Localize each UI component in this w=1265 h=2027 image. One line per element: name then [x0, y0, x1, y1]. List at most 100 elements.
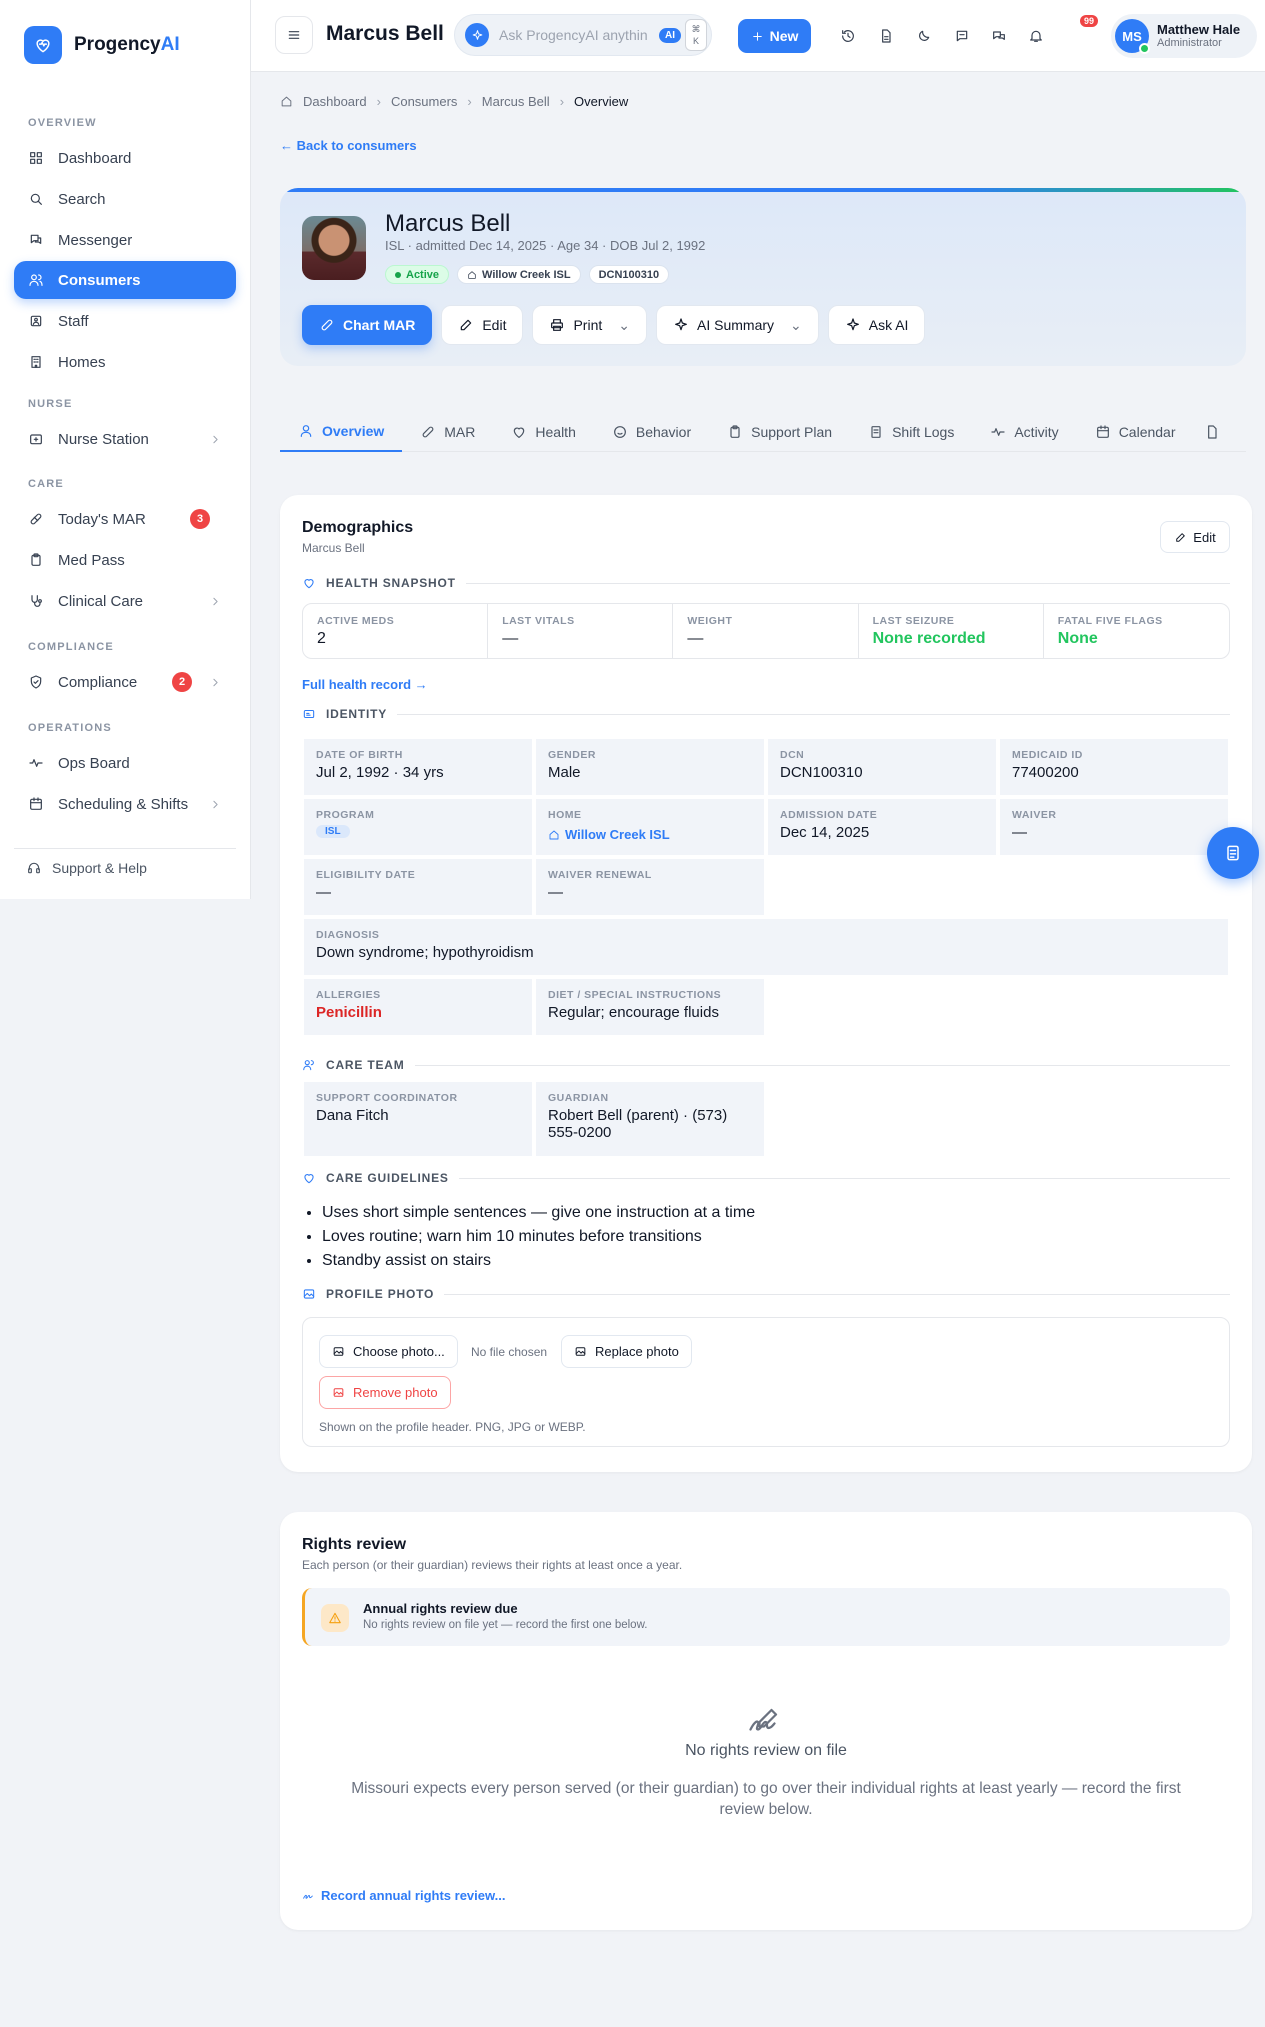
- user-icon: [300, 425, 312, 437]
- ai-summary-button[interactable]: AI Summary ⌄: [656, 305, 819, 345]
- health-snapshot-header: HEALTH SNAPSHOT: [302, 576, 1230, 590]
- tab-shift-logs[interactable]: Shift Logs: [850, 412, 972, 452]
- user-menu[interactable]: MS Matthew Hale Administrator: [1111, 14, 1257, 58]
- tab-behavior[interactable]: Behavior: [594, 412, 709, 452]
- sparkle-icon: [846, 318, 859, 331]
- sidebar-item-label: Homes: [58, 353, 106, 371]
- field-guardian: GUARDIAN Robert Bell (parent) · (573) 555…: [534, 1080, 766, 1158]
- compliance-count-badge: 2: [172, 672, 192, 692]
- pill-icon: [422, 426, 434, 438]
- choose-photo-button[interactable]: Choose photo...: [319, 1335, 458, 1368]
- sidebar-item-label: Ops Board: [58, 754, 130, 772]
- chevron-right-icon: [213, 597, 218, 605]
- sidebar-item-label: Compliance: [58, 673, 138, 691]
- chevron-right-icon: ›: [376, 94, 381, 109]
- tab-health[interactable]: Health: [493, 412, 593, 452]
- profile-photo-header: PROFILE PHOTO: [302, 1287, 1230, 1301]
- sidebar-item-homes[interactable]: Homes: [14, 343, 236, 381]
- theme-toggle-button[interactable]: [907, 19, 941, 53]
- tab-support-plan[interactable]: Support Plan: [709, 412, 850, 452]
- sidebar-item-ops-board[interactable]: Ops Board: [14, 744, 236, 782]
- sidebar-item-nurse-station[interactable]: Nurse Station: [14, 420, 236, 458]
- notification-count-badge: 99: [1080, 15, 1099, 27]
- breadcrumb-consumers[interactable]: Consumers: [391, 94, 457, 109]
- ask-ai-search-input[interactable]: Ask ProgencyAI anythin AI ⌘ K: [454, 14, 712, 56]
- id-card-icon: [303, 709, 315, 719]
- image-icon: [575, 1347, 586, 1356]
- sidebar-item-label: Nurse Station: [58, 430, 149, 448]
- tab-calendar[interactable]: Calendar: [1077, 412, 1194, 452]
- edit-demographics-button[interactable]: Edit: [1160, 521, 1230, 553]
- calendar-icon: [1096, 425, 1109, 438]
- sidebar-item-dashboard[interactable]: Dashboard: [14, 139, 236, 177]
- edit-icon: [1176, 532, 1186, 542]
- home-icon: [281, 96, 292, 107]
- heart-pulse-icon: [514, 427, 525, 438]
- consumer-meta: ISL · admitted Dec 14, 2025 · Age 34 · D…: [385, 238, 706, 253]
- sidebar-item-search[interactable]: Search: [14, 180, 236, 218]
- app-logo[interactable]: ProgencyAI: [24, 26, 180, 64]
- back-to-consumers-link[interactable]: ← Back to consumers: [280, 138, 417, 153]
- stethoscope-icon: [31, 595, 42, 607]
- chart-mar-button[interactable]: Chart MAR: [302, 305, 433, 345]
- replace-photo-button[interactable]: Replace photo: [561, 1335, 692, 1368]
- remove-photo-button[interactable]: Remove photo: [319, 1376, 451, 1409]
- menu-toggle-button[interactable]: [275, 16, 313, 54]
- support-help-link[interactable]: Support & Help: [26, 860, 147, 876]
- section-overview: OVERVIEW: [28, 117, 97, 129]
- sidebar-item-label: Messenger: [58, 231, 133, 249]
- sidebar-item-scheduling[interactable]: Scheduling & Shifts: [14, 785, 236, 823]
- care-team-header: CARE TEAM: [302, 1058, 1230, 1072]
- consumer-name: Marcus Bell: [385, 210, 511, 237]
- tab-mar[interactable]: MAR: [402, 412, 493, 452]
- tab-activity[interactable]: Activity: [972, 412, 1076, 452]
- breadcrumb-dashboard[interactable]: Dashboard: [303, 94, 367, 109]
- sidebar-item-compliance[interactable]: Compliance 2: [14, 663, 236, 701]
- sidebar-item-med-pass[interactable]: Med Pass: [14, 541, 236, 579]
- document-button[interactable]: [869, 19, 903, 53]
- edit-profile-button[interactable]: Edit: [441, 305, 524, 345]
- heart-icon: [304, 1174, 314, 1184]
- tab-more[interactable]: [1194, 412, 1230, 452]
- sidebar-item-consumers[interactable]: Consumers: [14, 261, 236, 299]
- sidebar-item-messenger[interactable]: Messenger: [14, 221, 236, 259]
- sidebar-item-label: Staff: [58, 312, 89, 330]
- record-rights-review-link[interactable]: Record annual rights review...: [302, 1888, 505, 1903]
- profile-header: Marcus Bell ISL · admitted Dec 14, 2025 …: [280, 188, 1246, 366]
- program-pill: ISL: [316, 825, 350, 838]
- sparkle-icon: [465, 23, 489, 47]
- notifications-button[interactable]: [1019, 19, 1053, 53]
- field-gender: GENDER Male: [534, 737, 766, 797]
- plus-icon: [752, 31, 762, 41]
- sidebar-item-todays-mar[interactable]: Today's MAR 3: [14, 500, 236, 538]
- messages-button[interactable]: [945, 19, 979, 53]
- sidebar-item-staff[interactable]: Staff: [14, 302, 236, 340]
- section-care: CARE: [28, 478, 64, 490]
- moon-icon: [919, 30, 930, 41]
- ai-badge: AI: [659, 28, 681, 43]
- field-admission-date: ADMISSION DATE Dec 14, 2025: [766, 797, 998, 857]
- field-allergies: ALLERGIES Penicillin: [302, 977, 534, 1037]
- identity-header: IDENTITY: [302, 707, 1230, 721]
- ask-ai-button[interactable]: Ask AI: [827, 305, 926, 345]
- user-role: Administrator: [1157, 36, 1222, 49]
- sidebar-item-clinical-care[interactable]: Clinical Care: [14, 582, 236, 620]
- card-subtitle: Marcus Bell: [302, 541, 365, 555]
- tab-overview[interactable]: Overview: [280, 412, 403, 452]
- home-link[interactable]: Willow Creek ISL: [548, 827, 752, 842]
- field-program: PROGRAM ISL: [302, 797, 534, 857]
- print-button[interactable]: Print ⌄: [532, 305, 647, 345]
- sidebar-item-label: Today's MAR: [58, 510, 146, 528]
- full-health-record-link[interactable]: Full health record →: [302, 677, 428, 692]
- chats-button[interactable]: [982, 19, 1016, 53]
- breadcrumb-consumer[interactable]: Marcus Bell: [482, 94, 550, 109]
- list-item: Uses short simple sentences — give one i…: [322, 1201, 755, 1225]
- field-medicaid-id: MEDICAID ID 77400200: [998, 737, 1230, 797]
- new-button[interactable]: New: [738, 19, 811, 53]
- floating-notes-button[interactable]: [1207, 827, 1259, 879]
- sidebar-item-label: Search: [58, 190, 106, 208]
- history-button[interactable]: [831, 19, 865, 53]
- warning-icon: [321, 1604, 349, 1632]
- rights-review-card: Rights review Each person (or their guar…: [280, 1512, 1252, 1930]
- chevron-down-icon: ⌄: [790, 316, 802, 333]
